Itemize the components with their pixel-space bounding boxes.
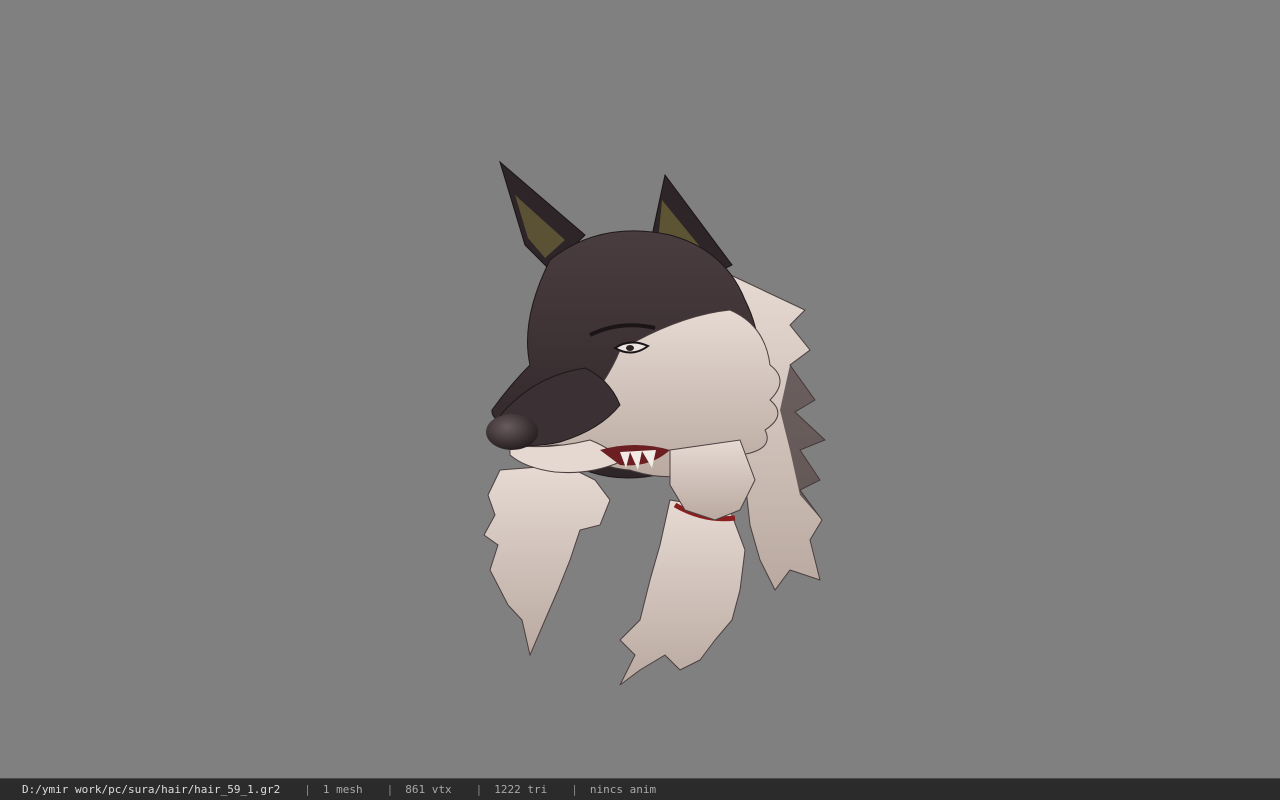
animation-status: nincs anim (589, 783, 657, 796)
file-path: D:/ymir work/pc/sura/hair/hair_59_1.gr2 (22, 783, 281, 796)
fur-beard-left (483, 464, 611, 657)
fur-braid-right (619, 499, 746, 686)
separator: | (304, 783, 311, 796)
wolf-head-model[interactable] (470, 150, 840, 700)
status-bar: D:/ymir work/pc/sura/hair/hair_59_1.gr2 … (0, 778, 1280, 800)
separator: | (386, 783, 394, 796)
separator: | (571, 783, 578, 796)
triangle-count: 1222 tri (494, 783, 548, 796)
nose (486, 414, 538, 450)
vertex-count: 861 vtx (405, 783, 452, 796)
separator: | (475, 783, 483, 796)
3d-viewport[interactable] (0, 0, 1280, 778)
mesh-count: 1 mesh (322, 783, 363, 796)
